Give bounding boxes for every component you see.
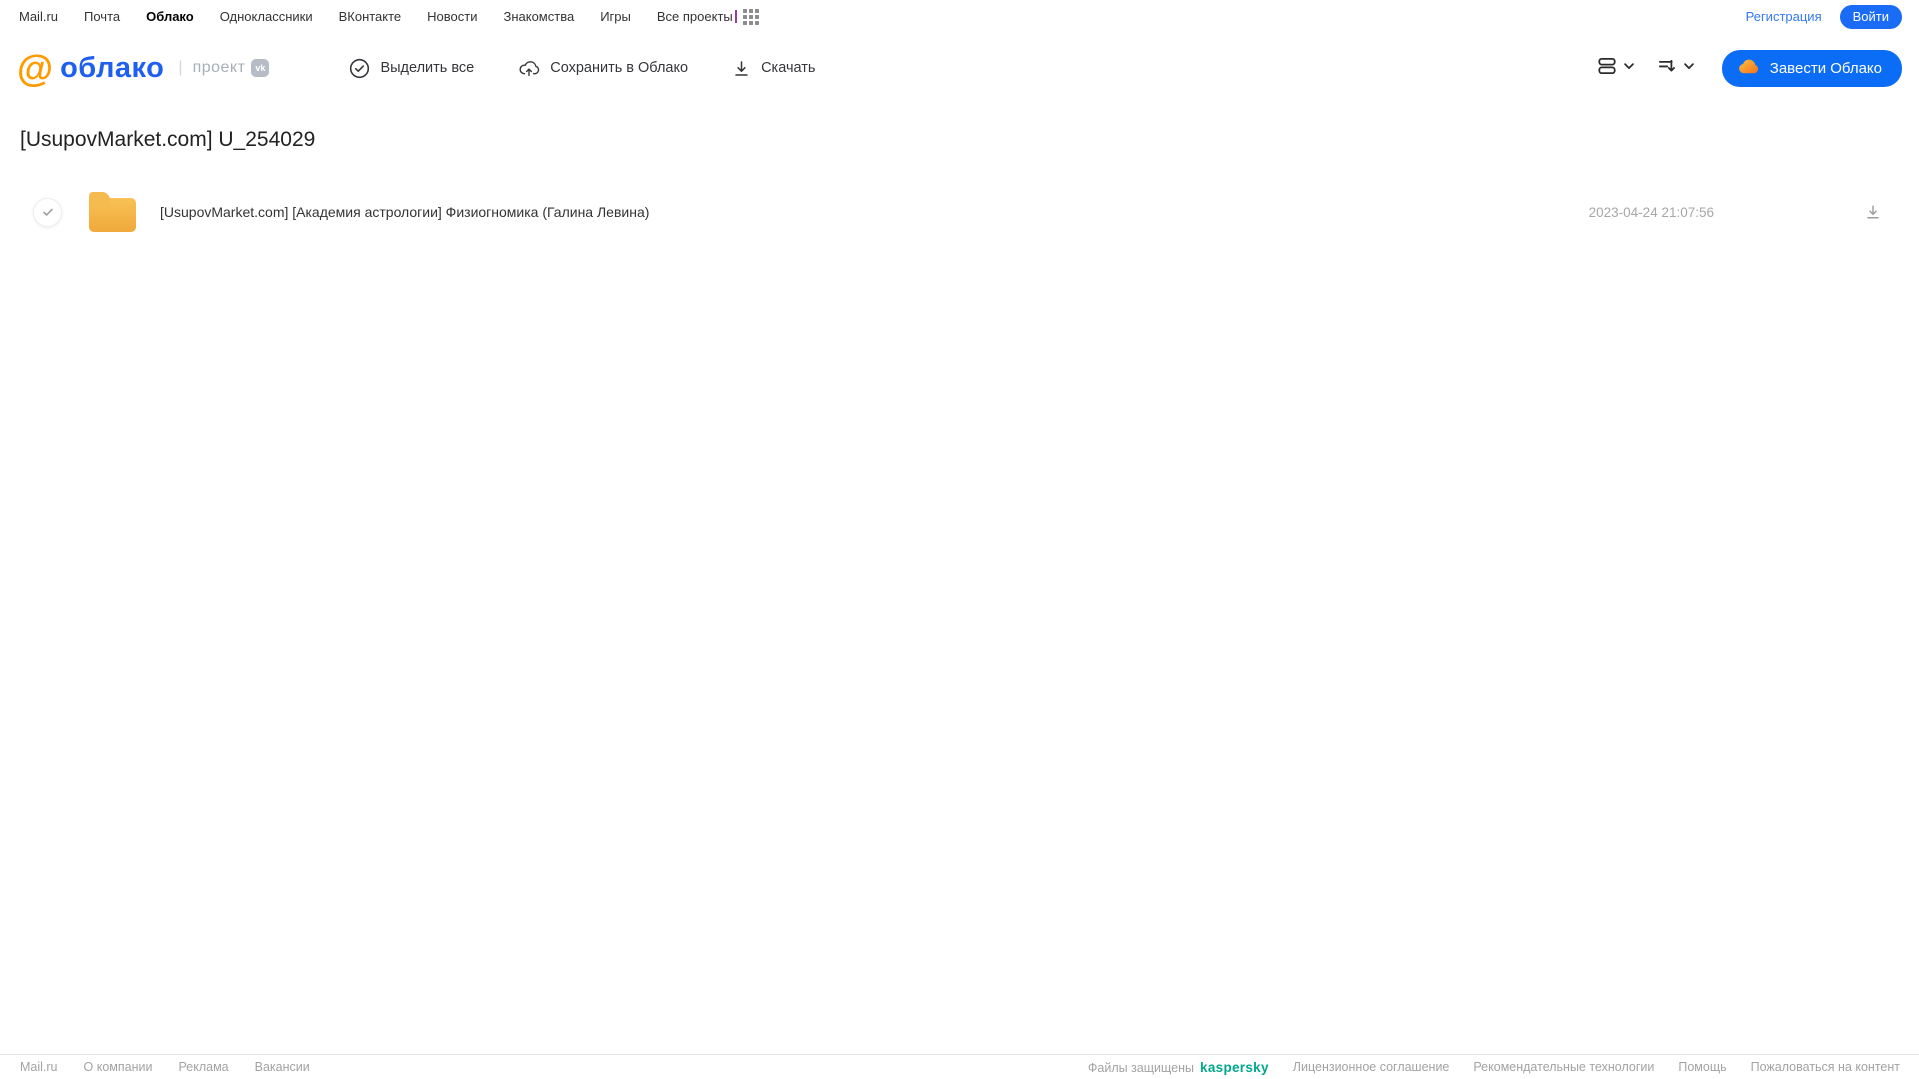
list-view-icon xyxy=(1596,55,1618,82)
sort-dropdown[interactable] xyxy=(1652,51,1700,86)
text-caret xyxy=(734,10,737,23)
vk-badge-icon: vk xyxy=(251,59,270,77)
nav-odnoklassniki[interactable]: Одноклассники xyxy=(220,9,313,24)
footer-license[interactable]: Лицензионное соглашение xyxy=(1293,1060,1450,1074)
download-icon xyxy=(732,59,751,78)
footer-left-links: Mail.ru О компании Реклама Вакансии xyxy=(20,1060,310,1074)
mailru-at-icon: @ xyxy=(17,47,54,89)
table-row[interactable]: [UsupovMarket.com] [Академия астрологии]… xyxy=(20,188,1919,236)
select-all-button[interactable]: Выделить все xyxy=(349,58,474,79)
footer-mailru[interactable]: Mail.ru xyxy=(20,1060,58,1074)
auth-area: Регистрация Войти xyxy=(1746,4,1902,29)
vk-project-label: | проект vk xyxy=(178,59,270,77)
footer-jobs[interactable]: Вакансии xyxy=(255,1060,310,1074)
kaspersky-protected-label: Файлы защищены xyxy=(1087,1060,1195,1075)
divider: | xyxy=(178,59,183,76)
registration-link[interactable]: Регистрация xyxy=(1746,9,1822,24)
nav-novosti[interactable]: Новости xyxy=(427,9,477,24)
sort-icon xyxy=(1656,55,1678,82)
get-cloud-label: Завести Облако xyxy=(1769,59,1882,77)
nav-pochta[interactable]: Почта xyxy=(84,9,120,24)
nav-vse-proekty[interactable]: Все проекты xyxy=(657,9,733,24)
nav-mailru[interactable]: Mail.ru xyxy=(19,9,58,24)
nav-oblako[interactable]: Облако xyxy=(146,9,194,24)
portal-navbar: Mail.ru Почта Облако Одноклассники ВКонт… xyxy=(0,0,1919,33)
cloud-mailru-page: Mail.ru Почта Облако Одноклассники ВКонт… xyxy=(0,0,1919,1079)
login-button[interactable]: Войти xyxy=(1839,4,1902,29)
footer-ads[interactable]: Реклама xyxy=(178,1060,228,1074)
nav-igry[interactable]: Игры xyxy=(600,9,631,24)
footer-help[interactable]: Помощь xyxy=(1678,1060,1726,1074)
orange-cloud-icon xyxy=(1736,54,1761,83)
save-to-cloud-label: Сохранить в Облако xyxy=(550,60,689,76)
nav-vkontakte[interactable]: ВКонтакте xyxy=(339,9,402,24)
kaspersky-logo: kaspersky xyxy=(1200,1059,1269,1075)
nav-znakomstva[interactable]: Знакомства xyxy=(503,9,574,24)
project-word: проект xyxy=(192,59,246,76)
chevron-down-icon xyxy=(1682,59,1696,78)
folder-name-link[interactable]: [UsupovMarket.com] [Академия астрологии]… xyxy=(160,204,1589,220)
footer: Mail.ru О компании Реклама Вакансии Файл… xyxy=(0,1054,1919,1079)
check-circle-icon xyxy=(349,58,370,79)
download-button[interactable]: Скачать xyxy=(732,59,815,78)
select-all-label: Выделить все xyxy=(380,60,475,76)
row-checkbox[interactable] xyxy=(33,197,62,227)
page-title: [UsupovMarket.com] U_254029 xyxy=(20,128,316,151)
footer-recommendation-tech[interactable]: Рекомендательные технологии xyxy=(1473,1060,1654,1074)
kaspersky-protected-link[interactable]: Файлы защищены kaspersky xyxy=(1088,1060,1269,1075)
header-right-controls: Завести Облако xyxy=(1592,49,1902,87)
portal-links: Mail.ru Почта Облако Одноклассники ВКонт… xyxy=(19,9,733,24)
row-download-icon[interactable] xyxy=(1864,203,1882,221)
cloud-upload-icon xyxy=(518,57,540,79)
footer-right-links: Файлы защищены kaspersky Лицензионное со… xyxy=(1088,1060,1900,1075)
file-date: 2023-04-24 21:07:56 xyxy=(1588,204,1714,220)
footer-about[interactable]: О компании xyxy=(84,1060,153,1074)
apps-grid-icon[interactable] xyxy=(742,8,759,25)
cloud-logo[interactable]: @ облако xyxy=(17,50,164,87)
cloud-logo-text: облако xyxy=(60,51,165,84)
folder-icon xyxy=(89,192,136,232)
get-cloud-button[interactable]: Завести Облако xyxy=(1721,49,1902,87)
main-content: [UsupovMarket.com] U_254029 [UsupovMarke… xyxy=(0,128,1919,236)
view-mode-dropdown[interactable] xyxy=(1592,51,1640,86)
file-toolbar: Выделить все Сохранить в Облако Скачать xyxy=(349,57,815,79)
footer-report-content[interactable]: Пожаловаться на контент xyxy=(1751,1060,1900,1074)
download-label: Скачать xyxy=(761,60,816,76)
save-to-cloud-button[interactable]: Сохранить в Облако xyxy=(518,57,688,79)
chevron-down-icon xyxy=(1622,59,1636,78)
cloud-header: @ облако | проект vk Выделить все Сохран… xyxy=(0,33,1919,103)
